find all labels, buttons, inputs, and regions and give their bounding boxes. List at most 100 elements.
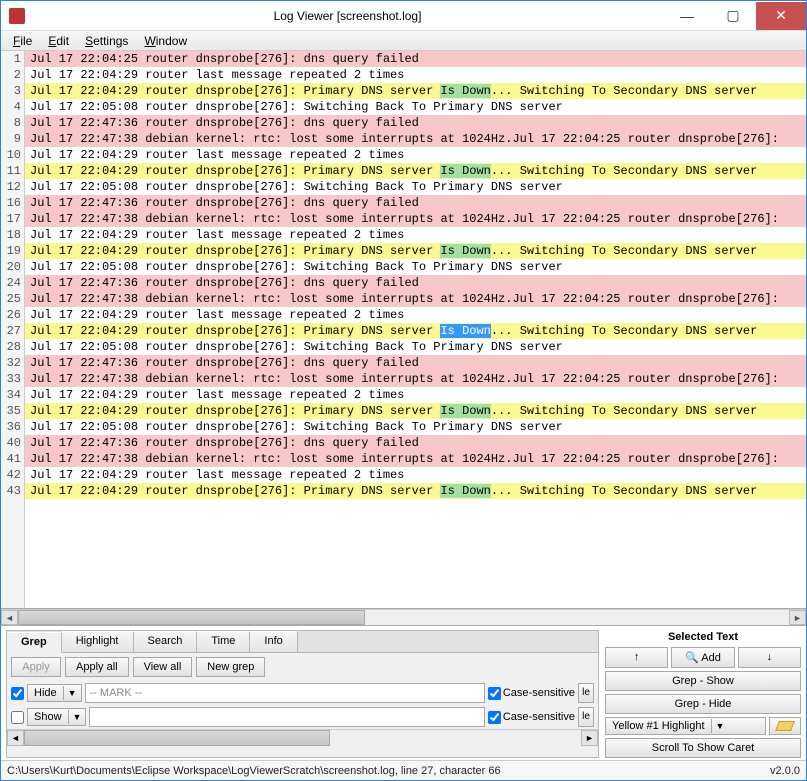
tab-grep[interactable]: Grep bbox=[7, 632, 62, 653]
view-all-button[interactable]: View all bbox=[133, 657, 193, 677]
hide-pattern-input[interactable] bbox=[85, 683, 485, 703]
log-line[interactable]: Jul 17 22:05:08 router dnsprobe[276]: Sw… bbox=[25, 259, 806, 275]
highlight-span[interactable]: Is Down bbox=[440, 164, 490, 178]
add-search-button[interactable]: 🔍 Add bbox=[671, 647, 734, 668]
highlight-select[interactable]: Yellow #1 Highlight ▼ bbox=[605, 717, 766, 735]
cs-show-checkbox[interactable] bbox=[488, 711, 501, 724]
highlight-span[interactable]: Is Down bbox=[440, 84, 490, 98]
scroll-left-icon[interactable]: ◄ bbox=[7, 730, 24, 746]
log-line[interactable]: Jul 17 22:04:29 router last message repe… bbox=[25, 307, 806, 323]
apply-all-button[interactable]: Apply all bbox=[65, 657, 129, 677]
log-line[interactable]: Jul 17 22:04:29 router last message repe… bbox=[25, 147, 806, 163]
log-line[interactable]: Jul 17 22:04:29 router last message repe… bbox=[25, 227, 806, 243]
highlight-span[interactable]: Is Down bbox=[440, 404, 490, 418]
line-number: 9 bbox=[1, 131, 21, 147]
case-sensitive-hide[interactable]: Case-sensitive bbox=[488, 687, 575, 700]
log-line[interactable]: Jul 17 22:04:29 router last message repe… bbox=[25, 67, 806, 83]
eraser-icon bbox=[775, 721, 795, 731]
eraser-button[interactable] bbox=[769, 717, 801, 735]
hide-mode-combo[interactable]: Hide ▼ bbox=[27, 684, 82, 702]
grep-show-button[interactable]: Grep - Show bbox=[605, 671, 801, 691]
tab-search[interactable]: Search bbox=[134, 631, 198, 652]
log-line[interactable]: Jul 17 22:05:08 router dnsprobe[276]: Sw… bbox=[25, 419, 806, 435]
case-sensitive-show[interactable]: Case-sensitive bbox=[488, 711, 575, 724]
selected-text[interactable]: Is Down bbox=[440, 324, 490, 338]
log-line[interactable]: Jul 17 22:47:36 router dnsprobe[276]: dn… bbox=[25, 355, 806, 371]
log-line[interactable]: Jul 17 22:47:38 debian kernel: rtc: lost… bbox=[25, 371, 806, 387]
tab-highlight[interactable]: Highlight bbox=[62, 631, 134, 652]
app-icon bbox=[9, 8, 25, 24]
minimize-button[interactable]: — bbox=[664, 2, 710, 30]
log-line[interactable]: Jul 17 22:47:38 debian kernel: rtc: lost… bbox=[25, 291, 806, 307]
tab-info[interactable]: Info bbox=[250, 631, 297, 652]
close-button[interactable]: ✕ bbox=[756, 2, 806, 30]
log-line[interactable]: Jul 17 22:04:25 router dnsprobe[276]: dn… bbox=[25, 51, 806, 67]
show-checkbox[interactable] bbox=[11, 711, 24, 724]
scroll-right-icon[interactable]: ► bbox=[581, 730, 598, 746]
horizontal-scrollbar[interactable]: ◄ ► bbox=[1, 609, 806, 626]
line-number: 11 bbox=[1, 163, 21, 179]
highlight-span[interactable]: Is Down bbox=[440, 244, 490, 258]
scroll-track[interactable] bbox=[18, 610, 789, 625]
log-line[interactable]: Jul 17 22:05:08 router dnsprobe[276]: Sw… bbox=[25, 179, 806, 195]
log-line[interactable]: Jul 17 22:47:38 debian kernel: rtc: lost… bbox=[25, 131, 806, 147]
log-line[interactable]: Jul 17 22:04:29 router last message repe… bbox=[25, 387, 806, 403]
log-line[interactable]: Jul 17 22:05:08 router dnsprobe[276]: Sw… bbox=[25, 339, 806, 355]
show-mode-combo[interactable]: Show ▼ bbox=[27, 708, 86, 726]
log-line[interactable]: Jul 17 22:05:08 router dnsprobe[276]: Sw… bbox=[25, 99, 806, 115]
trailing-cut-hide[interactable]: le bbox=[578, 683, 594, 703]
scroll-thumb[interactable] bbox=[24, 730, 330, 746]
grep-hide-button[interactable]: Grep - Hide bbox=[605, 694, 801, 714]
menu-window[interactable]: Window bbox=[136, 32, 195, 50]
panel-hscroll[interactable]: ◄ ► bbox=[7, 729, 598, 746]
search-up-button[interactable]: ↑ bbox=[605, 647, 668, 668]
log-line[interactable]: Jul 17 22:47:38 debian kernel: rtc: lost… bbox=[25, 451, 806, 467]
trailing-cut-show[interactable]: le bbox=[578, 707, 594, 727]
hide-label: Hide bbox=[28, 685, 63, 701]
filter-row-show: Show ▼ Case-sensitive le bbox=[11, 707, 594, 727]
log-line[interactable]: Jul 17 22:47:36 router dnsprobe[276]: dn… bbox=[25, 195, 806, 211]
scroll-right-icon[interactable]: ► bbox=[789, 610, 806, 625]
chevron-down-icon[interactable]: ▼ bbox=[711, 719, 729, 733]
statusbar: C:\Users\Kurt\Documents\Eclipse Workspac… bbox=[1, 760, 806, 780]
log-line[interactable]: Jul 17 22:04:29 router dnsprobe[276]: Pr… bbox=[25, 483, 806, 499]
log-line[interactable]: Jul 17 22:47:36 router dnsprobe[276]: dn… bbox=[25, 435, 806, 451]
line-number: 12 bbox=[1, 179, 21, 195]
scroll-left-icon[interactable]: ◄ bbox=[1, 610, 18, 625]
log-line[interactable]: Jul 17 22:04:29 router dnsprobe[276]: Pr… bbox=[25, 403, 806, 419]
maximize-button[interactable]: ▢ bbox=[710, 2, 756, 30]
log-line[interactable]: Jul 17 22:04:29 router dnsprobe[276]: Pr… bbox=[25, 243, 806, 259]
line-number: 34 bbox=[1, 387, 21, 403]
highlight-span[interactable]: Is Down bbox=[440, 484, 490, 498]
line-number: 19 bbox=[1, 243, 21, 259]
new-grep-button[interactable]: New grep bbox=[196, 657, 265, 677]
tab-time[interactable]: Time bbox=[197, 631, 250, 652]
cs-hide-checkbox[interactable] bbox=[488, 687, 501, 700]
line-number: 33 bbox=[1, 371, 21, 387]
line-number: 25 bbox=[1, 291, 21, 307]
panel-tabs: Grep Highlight Search Time Info bbox=[7, 631, 598, 653]
show-pattern-input[interactable] bbox=[89, 707, 484, 727]
log-line[interactable]: Jul 17 22:04:29 router dnsprobe[276]: Pr… bbox=[25, 323, 806, 339]
scroll-to-caret-button[interactable]: Scroll To Show Caret bbox=[605, 738, 801, 758]
log-line[interactable]: Jul 17 22:04:29 router last message repe… bbox=[25, 467, 806, 483]
hide-checkbox[interactable] bbox=[11, 687, 24, 700]
log-line[interactable]: Jul 17 22:47:38 debian kernel: rtc: lost… bbox=[25, 211, 806, 227]
log-line[interactable]: Jul 17 22:47:36 router dnsprobe[276]: dn… bbox=[25, 115, 806, 131]
menu-settings[interactable]: Settings bbox=[77, 32, 136, 50]
apply-button[interactable]: Apply bbox=[11, 657, 61, 677]
search-down-button[interactable]: ↓ bbox=[738, 647, 801, 668]
log-line[interactable]: Jul 17 22:04:29 router dnsprobe[276]: Pr… bbox=[25, 163, 806, 179]
menubar: File Edit Settings Window bbox=[1, 31, 806, 51]
titlebar[interactable]: Log Viewer [screenshot.log] — ▢ ✕ bbox=[1, 1, 806, 31]
log-line[interactable]: Jul 17 22:47:36 router dnsprobe[276]: dn… bbox=[25, 275, 806, 291]
menu-file[interactable]: File bbox=[5, 32, 40, 50]
log-lines[interactable]: Jul 17 22:04:25 router dnsprobe[276]: dn… bbox=[25, 51, 806, 608]
line-number: 8 bbox=[1, 115, 21, 131]
menu-edit[interactable]: Edit bbox=[40, 32, 77, 50]
log-line[interactable]: Jul 17 22:04:29 router dnsprobe[276]: Pr… bbox=[25, 83, 806, 99]
chevron-down-icon[interactable]: ▼ bbox=[68, 710, 86, 724]
chevron-down-icon[interactable]: ▼ bbox=[63, 686, 81, 700]
line-number: 27 bbox=[1, 323, 21, 339]
scroll-thumb[interactable] bbox=[18, 610, 365, 625]
